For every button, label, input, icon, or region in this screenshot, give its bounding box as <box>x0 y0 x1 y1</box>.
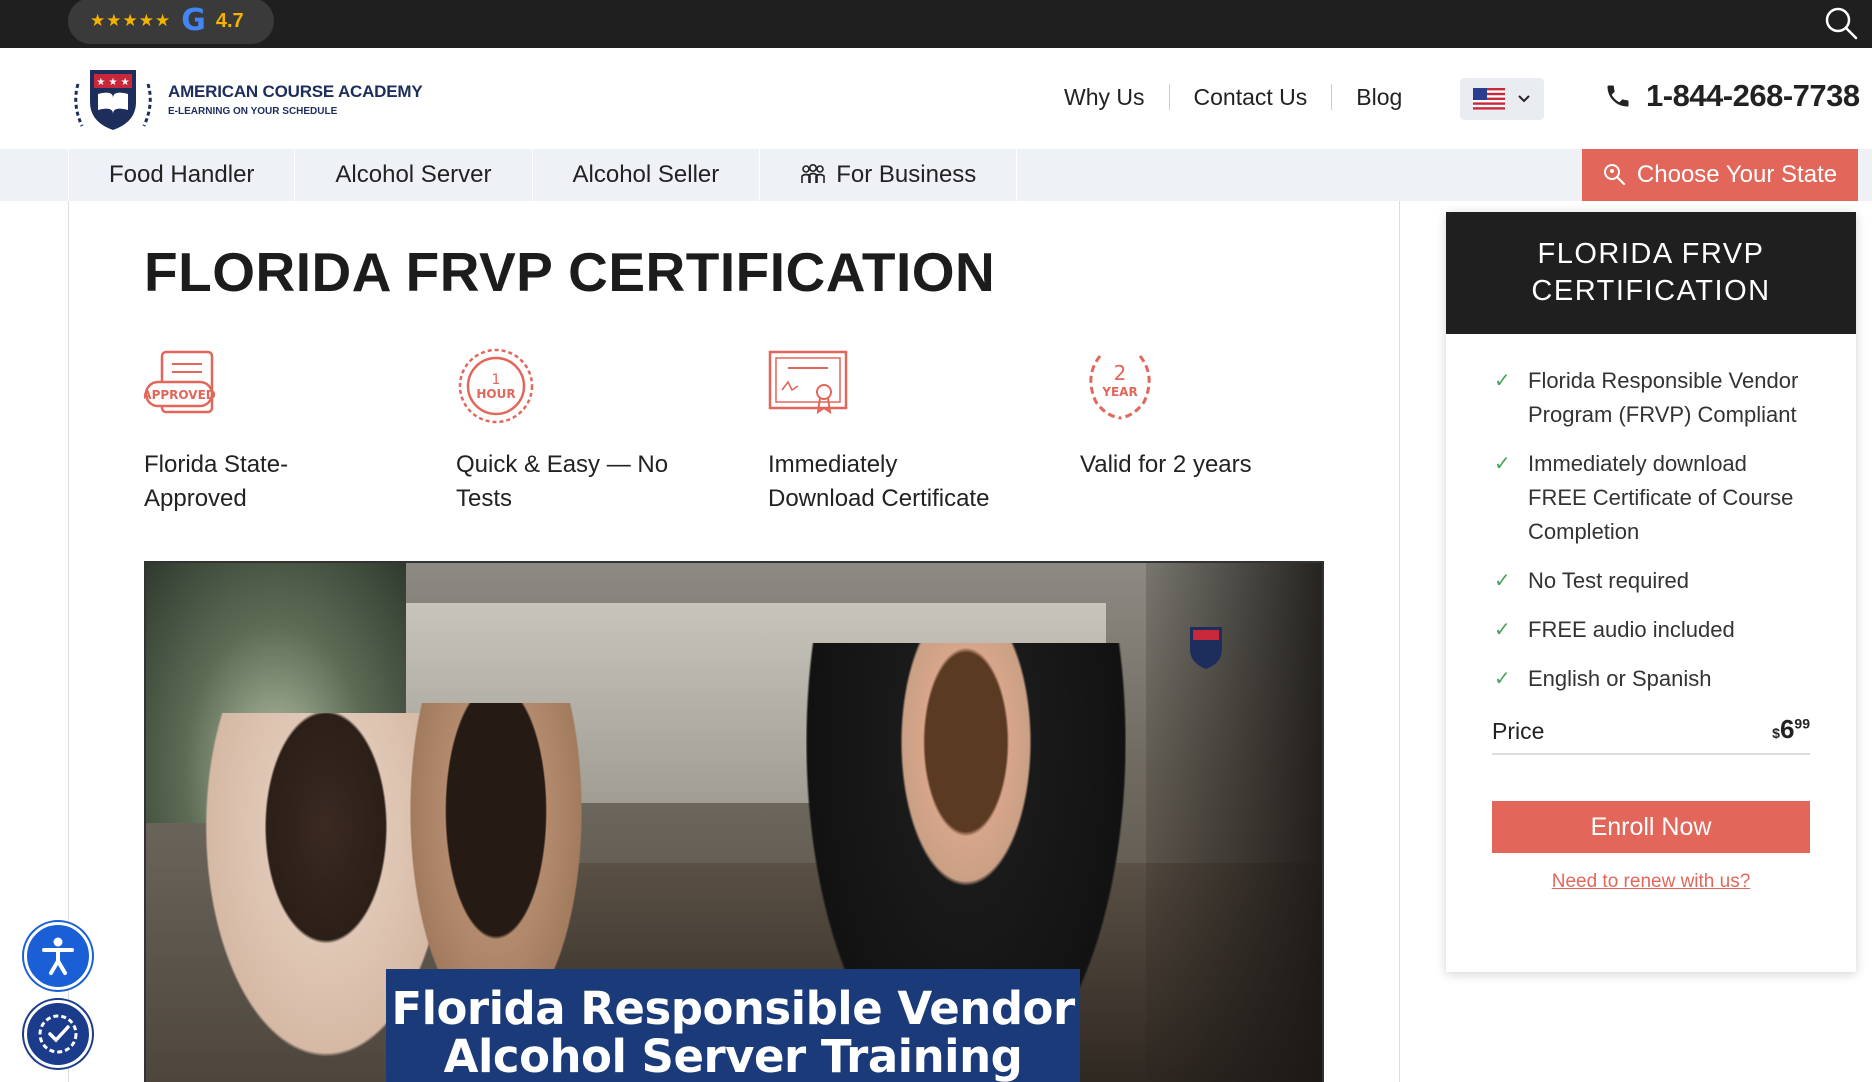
subnav-alcohol-seller[interactable]: Alcohol Seller <box>533 149 761 201</box>
accessibility-button[interactable] <box>24 922 92 990</box>
list-item-text: English or Spanish <box>1528 666 1712 691</box>
check-icon: ✓ <box>1494 570 1511 592</box>
list-item: ✓ English or Spanish <box>1494 662 1810 696</box>
hero-caption-line: Florida Responsible Vendor <box>391 982 1075 1035</box>
feature-item: 2 YEAR Valid for 2 years <box>1080 346 1392 516</box>
accessibility-person-icon <box>42 937 74 975</box>
rating-stars: ★★★★★ <box>90 11 172 30</box>
logo-tagline: E-LEARNING ON YOUR SCHEDULE <box>168 105 338 117</box>
language-selector[interactable] <box>1460 78 1544 120</box>
subnav-for-business[interactable]: For Business <box>760 149 1018 201</box>
list-item: ✓ No Test required <box>1494 564 1810 598</box>
two-year-laurel-icon: 2 YEAR <box>1089 355 1151 420</box>
list-item-text: FREE audio included <box>1528 617 1735 642</box>
svg-text:HOUR: HOUR <box>476 387 515 401</box>
nav-blog[interactable]: Blog <box>1332 84 1426 110</box>
subnav-food-handler[interactable]: Food Handler <box>68 149 296 201</box>
certificate-icon <box>768 350 848 415</box>
check-icon: ✓ <box>1494 619 1511 641</box>
subnav-label: Alcohol Seller <box>572 161 720 188</box>
accessibility-tools-button[interactable] <box>24 1000 92 1068</box>
svg-text:1: 1 <box>492 372 501 388</box>
list-item-text: Florida Responsible Vendor Program (FRVP… <box>1528 368 1799 427</box>
renew-link[interactable]: Need to renew with us? <box>1446 871 1856 893</box>
phone-number: 1-844-268-7738 <box>1646 78 1860 113</box>
subnav-label: Alcohol Server <box>335 161 492 188</box>
group-icon <box>801 163 826 183</box>
phone-icon <box>1607 85 1629 107</box>
feature-text: Valid for 2 years <box>1080 451 1252 478</box>
check-icon: ✓ <box>1494 370 1511 392</box>
svg-text:APPROVED: APPROVED <box>144 388 216 402</box>
price-value: $699 <box>1772 714 1810 745</box>
feature-text: Quick & Easy — No Tests <box>456 451 669 512</box>
top-navigation: Why Us Contact Us Blog <box>1040 84 1426 110</box>
feature-list: APPROVED Florida State-Approved 1 HOUR Q… <box>144 346 1392 516</box>
check-icon: ✓ <box>1494 453 1511 475</box>
list-item: ✓ FREE audio included <box>1494 613 1810 647</box>
hero-image: Florida Responsible Vendor Alcohol Serve… <box>144 561 1324 1082</box>
svg-text:★ ★ ★: ★ ★ ★ <box>96 77 129 88</box>
location-search-icon <box>1603 164 1626 186</box>
nav-contact-us[interactable]: Contact Us <box>1170 84 1333 110</box>
academy-crest-icon <box>1190 627 1222 669</box>
choose-your-state-button[interactable]: Choose Your State <box>1582 149 1858 201</box>
academy-crest-icon: ★ ★ ★ <box>74 70 152 130</box>
hero-caption: Florida Responsible Vendor Alcohol Serve… <box>386 969 1080 1082</box>
site-header: ★ ★ ★ AMERICAN COURSE ACADEMY E-LEARNING… <box>0 48 1872 149</box>
price-label: Price <box>1492 718 1545 744</box>
chevron-down-icon <box>1518 95 1530 103</box>
list-item: ✓ Immediately download FREE Certificate o… <box>1494 447 1810 549</box>
rating-value: 4.7 <box>215 9 244 32</box>
price-currency: $ <box>1772 725 1780 741</box>
nav-why-us[interactable]: Why Us <box>1040 84 1170 110</box>
accessibility-check-icon <box>38 1014 78 1054</box>
top-bar: ★★★★★ G 4.7 <box>0 0 1872 48</box>
svg-text:YEAR: YEAR <box>1101 385 1137 399</box>
site-logo[interactable]: ★ ★ ★ AMERICAN COURSE ACADEMY E-LEARNING… <box>68 64 423 134</box>
hero-foreground-blur <box>1146 563 1322 1082</box>
subnav-label: Food Handler <box>109 161 255 188</box>
price-cents: 99 <box>1794 715 1810 732</box>
page-title: FLORIDA FRVP CERTIFICATION <box>144 241 996 303</box>
course-purchase-card: FLORIDA FRVP CERTIFICATION ✓ Florida Resp… <box>1446 212 1856 972</box>
course-navigation: Food Handler Alcohol Server Alcohol Sell… <box>0 149 1872 201</box>
price-whole: 6 <box>1779 714 1795 744</box>
approved-stamp-icon: APPROVED <box>144 350 216 414</box>
list-item: ✓ Florida Responsible Vendor Program (FRV… <box>1494 364 1810 432</box>
svg-text:2: 2 <box>1114 361 1127 385</box>
card-title: FLORIDA FRVP CERTIFICATION <box>1446 212 1856 334</box>
check-icon: ✓ <box>1494 668 1511 690</box>
feature-text: Immediately Download Certificate <box>768 451 990 512</box>
subnav-label: For Business <box>836 161 977 188</box>
one-hour-icon: 1 HOUR <box>458 348 534 424</box>
list-item-text: No Test required <box>1528 568 1690 593</box>
phone-link[interactable]: 1-844-268-7738 <box>1604 78 1860 114</box>
enroll-now-button[interactable]: Enroll Now <box>1492 801 1810 853</box>
google-icon: G <box>181 3 206 38</box>
feature-item: 1 HOUR Quick & Easy — No Tests <box>456 346 768 516</box>
google-rating-badge[interactable]: ★★★★★ G 4.7 <box>68 0 274 44</box>
search-icon[interactable] <box>1824 6 1858 40</box>
choose-state-label: Choose Your State <box>1636 161 1838 188</box>
feature-text: Florida State-Approved <box>144 451 289 512</box>
feature-item: Immediately Download Certificate <box>768 346 1080 516</box>
hero-caption-line: Alcohol Server Training <box>443 1030 1023 1082</box>
logo-title: AMERICAN COURSE ACADEMY <box>168 81 423 101</box>
list-item-text: Immediately download FREE Certificate of… <box>1528 451 1794 544</box>
feature-item: APPROVED Florida State-Approved <box>144 346 456 516</box>
card-feature-list: ✓ Florida Responsible Vendor Program (FRV… <box>1446 334 1856 696</box>
us-flag-icon <box>1473 88 1505 110</box>
price-row: Price $699 <box>1492 714 1810 755</box>
subnav-alcohol-server[interactable]: Alcohol Server <box>295 149 533 201</box>
